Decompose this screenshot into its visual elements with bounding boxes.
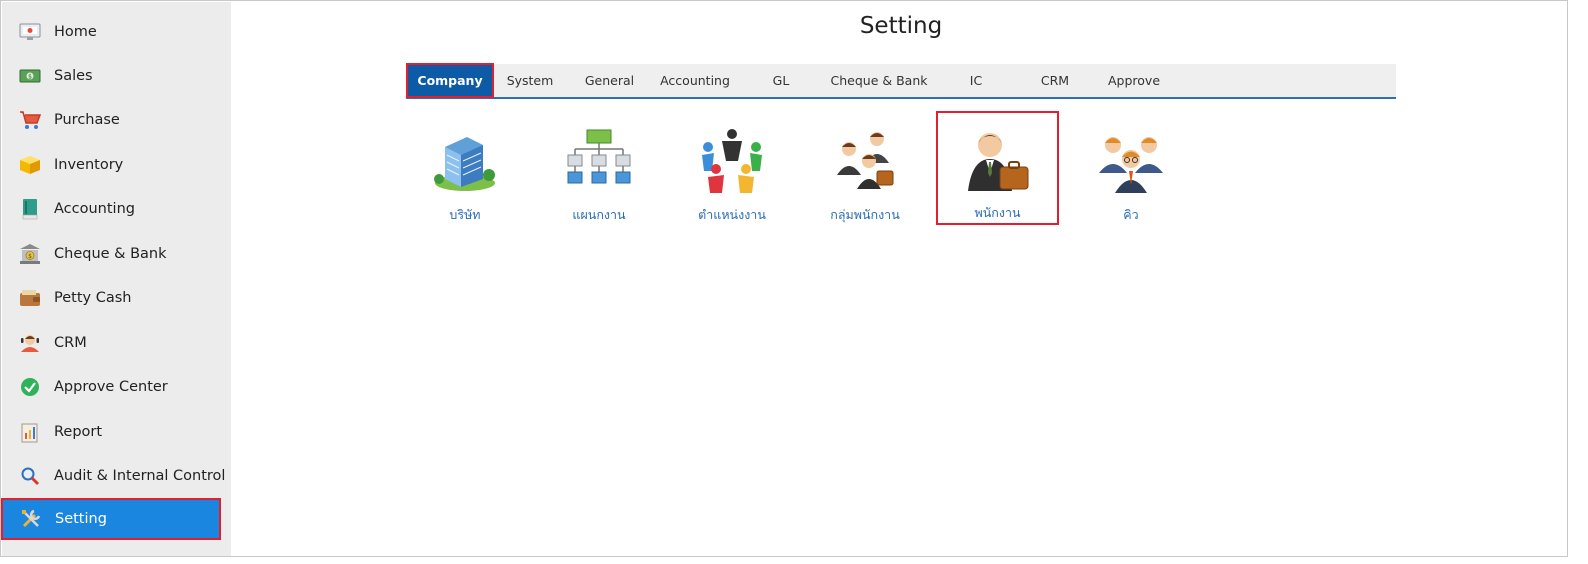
svg-text:$: $	[28, 253, 32, 260]
tab-system[interactable]: System	[496, 64, 564, 97]
money-icon: $	[19, 65, 41, 87]
sidebar-item-label: Accounting	[54, 201, 135, 217]
sidebar-item-petty-cash[interactable]: Petty Cash	[2, 276, 231, 320]
sidebar-item-crm[interactable]: CRM	[2, 321, 231, 365]
employee-group-icon	[831, 127, 899, 195]
employee-icon	[964, 127, 1032, 195]
tile-employee-group[interactable]: กลุ่มพนักงาน	[810, 119, 920, 225]
sidebar-item-setting[interactable]: Setting	[1, 498, 221, 540]
magnifier-icon	[19, 465, 41, 487]
svg-text:$: $	[28, 74, 32, 81]
tile-company[interactable]: บริษัท	[410, 119, 520, 225]
sidebar-item-label: Setting	[55, 511, 107, 527]
tile-label: แผนกงาน	[572, 207, 626, 222]
customer-icon	[19, 332, 41, 354]
company-building-icon	[431, 127, 499, 195]
sidebar-item-label: Report	[54, 424, 103, 440]
tab-gl[interactable]: GL	[750, 64, 812, 97]
sidebar-item-label: Petty Cash	[54, 290, 132, 306]
sidebar-item-label: Home	[54, 24, 97, 40]
sidebar-item-audit[interactable]: Audit & Internal Control	[2, 454, 231, 498]
tools-icon	[20, 508, 42, 530]
tile-position[interactable]: ตำแหน่งงาน	[677, 119, 787, 225]
tab-accounting[interactable]: Accounting	[655, 64, 735, 97]
ledger-book-icon	[19, 198, 41, 220]
sidebar-item-label: Purchase	[54, 112, 120, 128]
tab-company[interactable]: Company	[406, 63, 494, 98]
wallet-icon	[19, 287, 41, 309]
sidebar-item-label: Sales	[54, 68, 93, 84]
sidebar-item-report[interactable]: Report	[2, 410, 231, 454]
tile-label: บริษัท	[449, 207, 481, 222]
report-icon	[19, 421, 41, 443]
tile-label: ตำแหน่งงาน	[698, 207, 766, 222]
sidebar-item-home[interactable]: Home	[2, 10, 231, 54]
sidebar-item-label: Audit & Internal Control	[54, 468, 226, 484]
tab-approve[interactable]: Approve	[1098, 64, 1170, 97]
sidebar-item-label: Inventory	[54, 157, 124, 173]
tile-label: คิว	[1123, 207, 1139, 222]
page-title: Setting	[859, 13, 943, 39]
sidebar-item-label: Approve Center	[54, 379, 168, 395]
sidebar-item-cheque-bank[interactable]: $ Cheque & Bank	[2, 232, 231, 276]
queue-people-icon	[1097, 127, 1165, 195]
sidebar-item-sales[interactable]: $ Sales	[2, 54, 231, 98]
sidebar-item-label: CRM	[54, 335, 87, 351]
settings-tab-bar: Company System General Accounting GL Che…	[406, 63, 1396, 99]
tab-cheque-bank[interactable]: Cheque & Bank	[827, 64, 931, 97]
cart-icon	[19, 109, 41, 131]
tab-crm[interactable]: CRM	[1023, 64, 1087, 97]
tile-queue[interactable]: คิว	[1076, 119, 1186, 225]
tab-ic[interactable]: IC	[944, 64, 1008, 97]
tab-general[interactable]: General	[572, 64, 647, 97]
box-icon	[19, 154, 41, 176]
app-window: Home $ Sales Purchase Inventory Accounti…	[0, 0, 1568, 557]
bank-icon: $	[19, 243, 41, 265]
sidebar-item-label: Cheque & Bank	[54, 246, 167, 262]
home-icon	[19, 21, 41, 43]
position-people-icon	[698, 127, 766, 195]
sidebar: Home $ Sales Purchase Inventory Accounti…	[1, 2, 231, 556]
tile-employee[interactable]: พนักงาน	[936, 111, 1059, 225]
sidebar-item-purchase[interactable]: Purchase	[2, 98, 231, 142]
sidebar-item-inventory[interactable]: Inventory	[2, 143, 231, 187]
check-circle-icon	[19, 376, 41, 398]
tile-label: พนักงาน	[974, 205, 1021, 220]
tile-department[interactable]: แผนกงาน	[544, 119, 654, 225]
tile-label: กลุ่มพนักงาน	[830, 207, 900, 222]
sidebar-item-approve-center[interactable]: Approve Center	[2, 365, 231, 409]
sidebar-item-accounting[interactable]: Accounting	[2, 187, 231, 231]
department-chart-icon	[565, 127, 633, 195]
